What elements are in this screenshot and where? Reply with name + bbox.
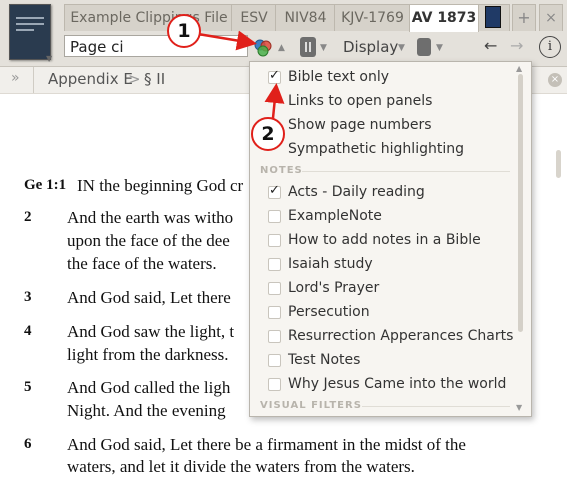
annotation-callout-2: 2 [251,117,285,151]
annotation-callout-1: 1 [167,14,201,48]
annotation-arrows [197,30,285,119]
